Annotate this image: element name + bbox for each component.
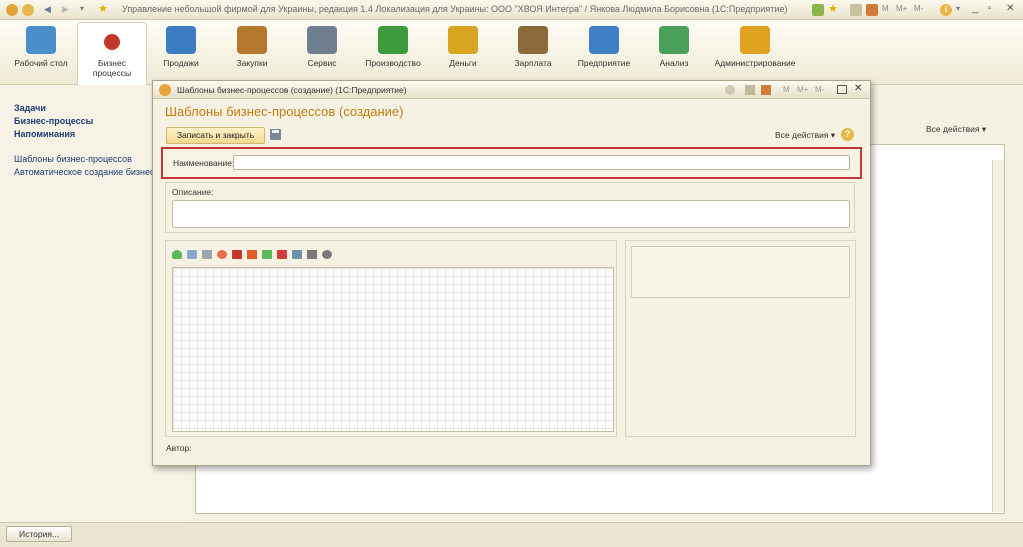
worker-icon [518, 26, 548, 54]
nav-bp-templates[interactable]: Шаблоны бизнес-процессов [14, 154, 132, 164]
background-all-actions[interactable]: Все действия ▾ [926, 124, 986, 135]
home-icon[interactable] [812, 4, 824, 16]
name-input[interactable] [233, 155, 850, 170]
calendar-icon[interactable] [761, 85, 771, 95]
history-button[interactable]: История... [6, 526, 72, 542]
split-icon[interactable] [247, 250, 257, 259]
m-plus-button[interactable]: M+ [797, 85, 808, 94]
background-scrollbar[interactable] [992, 160, 1004, 512]
desk-lamp-icon [26, 26, 56, 54]
sections-panel: Рабочий стол Бизнес процессы Продажи Зак… [0, 20, 1023, 85]
app-logo-icon [159, 84, 171, 96]
coins-icon [448, 26, 478, 54]
start-point-icon[interactable] [172, 250, 182, 259]
business-process-icon [104, 34, 120, 50]
minimize-icon[interactable]: _ [972, 2, 978, 14]
boxes-icon [237, 26, 267, 54]
help-icon[interactable]: ? [841, 128, 854, 141]
link-icon[interactable] [725, 85, 735, 95]
section-business-processes[interactable]: Бизнес процессы [84, 26, 140, 78]
section-label: Деньги [449, 58, 477, 68]
m-minus-button[interactable]: M- [914, 4, 923, 13]
section-label: Рабочий стол [14, 58, 68, 68]
group-icon[interactable] [322, 250, 332, 259]
description-label: Описание: [172, 187, 214, 197]
factory-icon [378, 26, 408, 54]
back-arrow-icon[interactable]: ◀ [44, 4, 51, 15]
merge-icon[interactable] [262, 250, 272, 259]
process-map-canvas[interactable] [172, 267, 614, 432]
copy-icon[interactable] [745, 85, 755, 95]
admin-computer-icon [740, 26, 770, 54]
bp-template-dialog: Шаблоны бизнес-процессов (создание) (1С:… [152, 80, 871, 466]
section-enterprise[interactable]: Предприятие [574, 26, 634, 68]
condition-icon[interactable] [217, 250, 227, 259]
section-salary[interactable]: Зарплата [507, 26, 559, 68]
favorites-icon[interactable]: ★ [828, 2, 838, 15]
section-label: Предприятие [577, 58, 631, 68]
section-label: Закупки [236, 58, 268, 68]
tools-icon [307, 26, 337, 54]
section-money[interactable]: Деньги [437, 26, 489, 68]
m-plus-button[interactable]: M+ [896, 4, 907, 13]
section-label: Анализ [659, 58, 689, 68]
chart-icon [659, 26, 689, 54]
action-point-icon[interactable] [187, 250, 197, 259]
section-label: Продажи [163, 58, 199, 68]
section-label: Бизнес процессы [92, 58, 132, 78]
description-input[interactable] [172, 200, 850, 228]
history-dropdown-icon[interactable]: ▾ [80, 4, 84, 13]
processing-icon[interactable] [232, 250, 242, 259]
dialog-all-actions[interactable]: Все действия ▾ [775, 130, 835, 141]
section-purchases[interactable]: Закупки [226, 26, 278, 68]
close-icon[interactable]: ✕ [854, 83, 862, 94]
nav-reminders[interactable]: Напоминания [14, 129, 75, 139]
section-analysis[interactable]: Анализ [648, 26, 700, 68]
section-label: Зарплата [514, 58, 552, 68]
section-desktop[interactable]: Рабочий стол [13, 26, 69, 68]
info-icon[interactable]: i [940, 4, 952, 16]
save-icon[interactable] [270, 129, 281, 140]
author-label: Автор: [166, 443, 192, 453]
nav-auto-bp-creation[interactable]: Автоматическое создание бизнес-пр [14, 167, 154, 177]
dialog-window-title: Шаблоны бизнес-процессов (создание) (1С:… [177, 85, 407, 95]
building-icon [589, 26, 619, 54]
dialog-heading: Шаблоны бизнес-процессов (создание) [165, 104, 404, 119]
map-element-palette [172, 248, 372, 262]
decoration-icon[interactable] [292, 250, 302, 259]
nav-business-processes[interactable]: Бизнес-процессы [14, 116, 93, 126]
name-label: Наименование: [173, 158, 235, 168]
cash-register-icon [166, 26, 196, 54]
close-icon[interactable]: ✕ [1006, 3, 1014, 14]
window-title: Управление небольшой фирмой для Украины,… [122, 4, 788, 14]
section-administration[interactable]: Администрирование [710, 26, 800, 68]
section-label: Производство [365, 58, 421, 68]
stop-point-icon[interactable] [277, 250, 287, 259]
section-service[interactable]: Сервис [296, 26, 348, 68]
subprocess-icon[interactable] [202, 250, 212, 259]
dialog-titlebar: Шаблоны бизнес-процессов (создание) (1С:… [153, 81, 870, 99]
copy-icon[interactable] [850, 4, 862, 16]
status-bar [0, 522, 1023, 547]
nav-tasks[interactable]: Задачи [14, 103, 46, 113]
main-menu-icon[interactable] [22, 4, 34, 16]
save-and-close-button[interactable]: Записать и закрыть [166, 127, 265, 144]
info-dropdown-icon[interactable]: ▾ [956, 4, 960, 13]
calendar-icon[interactable] [866, 4, 878, 16]
forward-arrow-icon[interactable]: ▶ [62, 4, 69, 15]
m-minus-button[interactable]: M- [815, 85, 824, 94]
section-sales[interactable]: Продажи [155, 26, 207, 68]
maximize-icon[interactable]: ▫ [988, 3, 992, 14]
favorites-star-icon[interactable]: ★ [98, 2, 108, 15]
maximize-icon[interactable] [837, 85, 847, 94]
app-logo-icon[interactable] [6, 4, 18, 16]
properties-panel[interactable] [631, 246, 850, 298]
section-label: Сервис [307, 58, 337, 68]
window-titlebar: ◀ ▶ ▾ ★ Управление небольшой фирмой для … [0, 0, 1023, 20]
section-label: Администрирование [714, 58, 796, 68]
m-button[interactable]: M [783, 85, 790, 94]
connector-icon[interactable] [307, 250, 317, 259]
m-button[interactable]: M [882, 4, 889, 13]
section-production[interactable]: Производство [358, 26, 428, 68]
